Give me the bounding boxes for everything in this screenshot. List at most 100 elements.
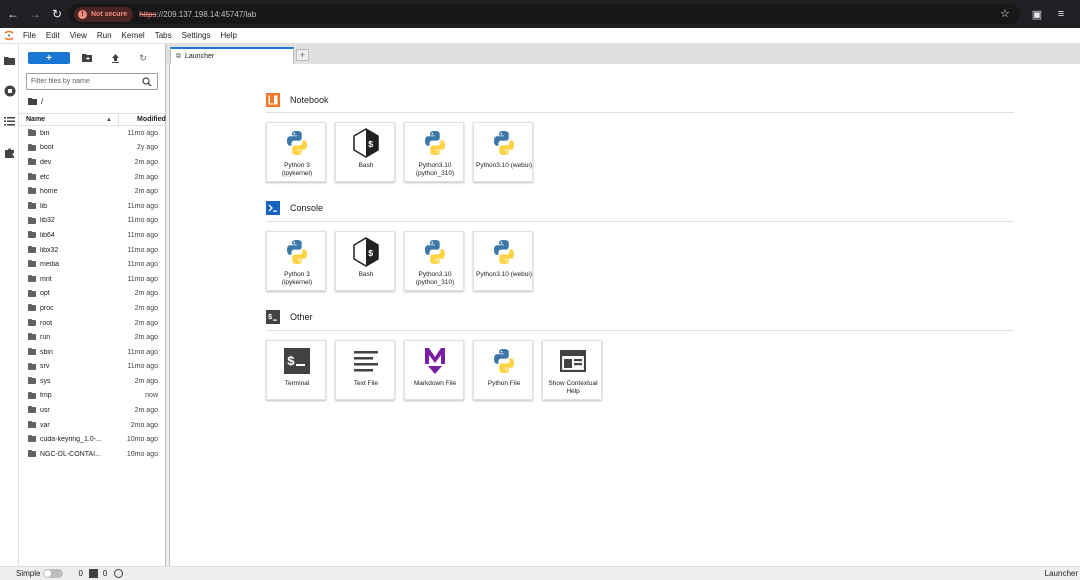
list-item[interactable]: mnt 11mo ago xyxy=(19,272,166,287)
terminal-count[interactable]: 0 xyxy=(103,569,107,578)
python-icon xyxy=(282,128,312,158)
other-card-contextual-help[interactable]: Show Contextual Help xyxy=(542,340,602,400)
other-card-text-file[interactable]: Text File xyxy=(335,340,395,400)
table-of-contents-icon[interactable] xyxy=(3,115,16,128)
console-card-python3-ipykernel[interactable]: Python 3 (ipykernel) xyxy=(266,231,326,291)
simple-mode-toggle[interactable] xyxy=(43,569,64,578)
menu-file[interactable]: File xyxy=(18,31,41,40)
profile-menu-icon[interactable]: ≡ xyxy=(1054,8,1068,20)
bookmark-star-icon[interactable]: ☆ xyxy=(1000,7,1010,20)
extensions-icon[interactable]: ▣ xyxy=(1030,8,1044,21)
new-launcher-button[interactable]: + xyxy=(28,52,70,64)
other-divider xyxy=(266,330,1014,331)
file-name: run xyxy=(40,334,51,342)
sort-ascending-icon[interactable]: ▲ xyxy=(106,117,114,123)
new-tab-button[interactable]: + xyxy=(296,49,309,61)
list-item[interactable]: bin 11mo ago xyxy=(19,126,166,141)
forward-icon[interactable]: → xyxy=(24,3,46,25)
folder-icon xyxy=(28,129,36,136)
extensions-puzzle-icon[interactable] xyxy=(3,146,16,159)
menu-kernel[interactable]: Kernel xyxy=(117,31,150,40)
back-icon[interactable]: ← xyxy=(2,3,24,25)
kernel-count[interactable]: 0 xyxy=(78,569,82,578)
terminal-status-icon[interactable] xyxy=(88,569,98,578)
folder-icon xyxy=(28,377,36,385)
console-card-webui[interactable]: Python3.10 (webui) xyxy=(473,231,533,291)
menu-edit[interactable]: Edit xyxy=(41,31,65,40)
security-indicator[interactable]: ! Not secure xyxy=(74,6,134,22)
reload-icon[interactable]: ↻ xyxy=(46,3,68,25)
filter-files-input[interactable] xyxy=(31,78,141,85)
list-item[interactable]: proc 2m ago xyxy=(19,301,166,316)
other-section-header: $ Other xyxy=(266,309,1014,325)
modified-column-header[interactable]: Modified xyxy=(137,116,166,123)
python-icon xyxy=(489,346,519,376)
column-divider[interactable] xyxy=(118,113,119,126)
filter-files-box[interactable] xyxy=(26,73,158,90)
python-icon xyxy=(489,237,519,267)
notebook-card-python3-ipykernel[interactable]: Python 3 (ipykernel) xyxy=(266,122,326,182)
other-card-terminal[interactable]: $ Terminal xyxy=(266,340,326,400)
svg-text:$: $ xyxy=(287,354,295,369)
list-item[interactable]: cuda-keyring_1.0-... 10mo ago xyxy=(19,432,166,447)
list-item[interactable]: libx32 11mo ago xyxy=(19,243,166,258)
notebook-section-title: Notebook xyxy=(290,95,329,105)
menu-view[interactable]: View xyxy=(65,31,92,40)
list-item[interactable]: home 2m ago xyxy=(19,184,166,199)
list-item[interactable]: boot 2y ago xyxy=(19,141,166,156)
main-dock-panel: ⧉ Launcher + Notebook Python 3 (ipykerne… xyxy=(166,44,1080,566)
svg-text:$: $ xyxy=(368,140,374,150)
url-text[interactable]: https://209.137.198.14:45747/lab xyxy=(139,10,256,19)
python-icon xyxy=(420,237,450,267)
kernel-status-icon[interactable] xyxy=(114,569,124,578)
menu-help[interactable]: Help xyxy=(216,31,242,40)
running-kernels-icon[interactable] xyxy=(3,84,16,97)
other-card-python-file[interactable]: Python File xyxy=(473,340,533,400)
folder-icon xyxy=(28,304,36,312)
list-item[interactable]: opt 2m ago xyxy=(19,287,166,302)
list-item[interactable]: sbin 11mo ago xyxy=(19,345,166,360)
breadcrumb: / xyxy=(28,97,43,106)
warning-icon: ! xyxy=(78,9,87,19)
menu-run[interactable]: Run xyxy=(92,31,117,40)
folder-icon xyxy=(28,450,36,458)
file-name: opt xyxy=(40,290,50,298)
console-card-bash[interactable]: $ Bash xyxy=(335,231,395,291)
list-item[interactable]: lib64 11mo ago xyxy=(19,228,166,243)
list-item[interactable]: root 2m ago xyxy=(19,316,166,331)
list-item[interactable]: media 11mo ago xyxy=(19,257,166,272)
list-item[interactable]: tmp now xyxy=(19,389,166,404)
list-item[interactable]: usr 2m ago xyxy=(19,403,166,418)
list-item[interactable]: srv 11mo ago xyxy=(19,360,166,375)
address-bar[interactable]: ! Not secure https://209.137.198.14:4574… xyxy=(68,4,1020,24)
menu-tabs[interactable]: Tabs xyxy=(150,31,177,40)
folder-icon[interactable] xyxy=(3,54,16,67)
list-item[interactable]: lib 11mo ago xyxy=(19,199,166,214)
list-item[interactable]: etc 2m ago xyxy=(19,170,166,185)
list-item[interactable]: dev 2m ago xyxy=(19,155,166,170)
new-folder-icon[interactable] xyxy=(81,52,93,64)
menu-settings[interactable]: Settings xyxy=(177,31,216,40)
notebook-card-webui[interactable]: Python3.10 (webui) xyxy=(473,122,533,182)
folder-icon xyxy=(28,406,36,414)
list-item[interactable]: run 2m ago xyxy=(19,330,166,345)
list-item[interactable]: var 2mo ago xyxy=(19,418,166,433)
file-name: cuda-keyring_1.0-... xyxy=(40,436,102,444)
notebook-card-python310[interactable]: Python3.10 (python_310) xyxy=(404,122,464,182)
file-modified: 2m ago xyxy=(134,407,158,415)
tab-launcher[interactable]: ⧉ Launcher xyxy=(170,47,294,64)
breadcrumb-root[interactable]: / xyxy=(41,97,43,106)
list-item[interactable]: NGC-DL-CONTAI... 10mo ago xyxy=(19,447,166,462)
name-column-header[interactable]: Name xyxy=(26,116,106,123)
list-item[interactable]: sys 2m ago xyxy=(19,374,166,389)
upload-icon[interactable] xyxy=(109,52,121,64)
refresh-icon[interactable]: ↻ xyxy=(137,52,149,64)
notebook-card-bash[interactable]: $ Bash xyxy=(335,122,395,182)
root-folder-icon[interactable] xyxy=(28,98,37,105)
console-card-python310[interactable]: Python3.10 (python_310) xyxy=(404,231,464,291)
list-item[interactable]: lib32 11mo ago xyxy=(19,214,166,229)
other-section-title: Other xyxy=(290,312,313,322)
file-name: usr xyxy=(40,407,50,415)
python-icon xyxy=(282,237,312,267)
other-card-markdown-file[interactable]: Markdown File xyxy=(404,340,464,400)
